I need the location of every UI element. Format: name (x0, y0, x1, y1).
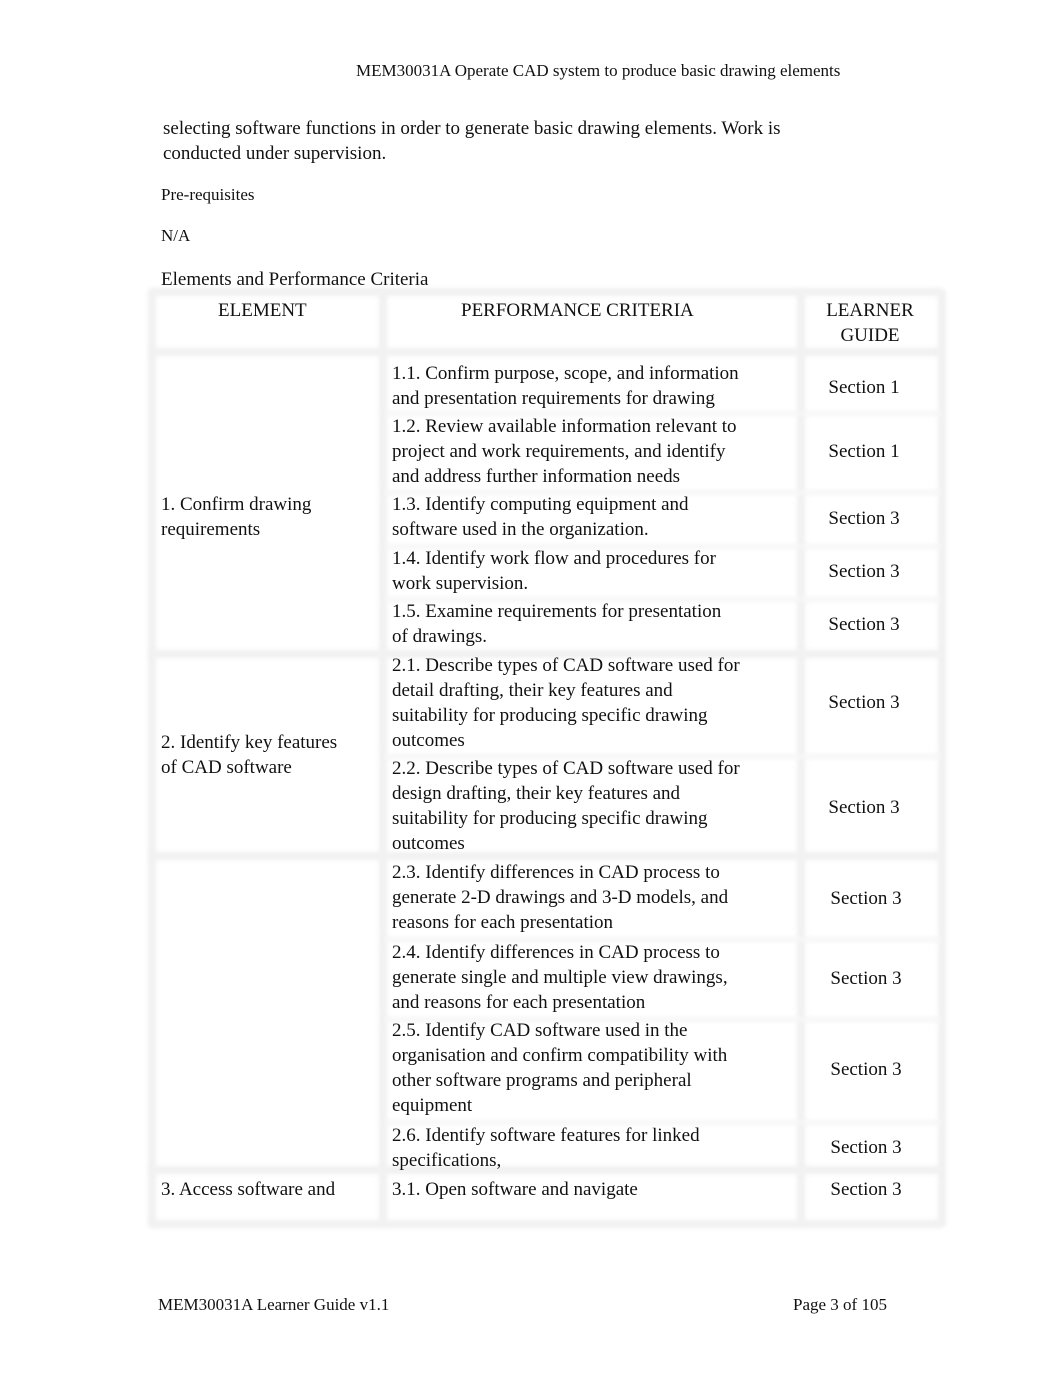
learner-guide-cell: Section 1 (828, 441, 900, 462)
learner-guide-cell: Section 3 (830, 1179, 902, 1200)
criteria-cell: 3.1. Open software and navigate (392, 1179, 638, 1200)
learner-guide-cell: Section 3 (830, 1137, 902, 1158)
prereq-value: N/A (161, 226, 191, 245)
footer-page-number: Page 3 of 105 (793, 1295, 887, 1314)
footer-guide-version: MEM30031A Learner Guide v1.1 (158, 1295, 390, 1314)
prereq-label: Pre-requisites (161, 185, 255, 204)
header-learner-guide: LEARNER GUIDE (826, 300, 914, 346)
learner-guide-cell: Section 3 (828, 561, 900, 582)
criteria-cell: 2.5. Identify CAD software used in the o… (392, 1020, 728, 1116)
criteria-cell: 1.1. Confirm purpose, scope, and informa… (392, 363, 739, 409)
header-performance-criteria: PERFORMANCE CRITERIA (461, 300, 694, 321)
criteria-cell: 2.3. Identify differences in CAD process… (392, 862, 729, 933)
criteria-cell: 1.3. Identify computing equipment and so… (392, 494, 689, 540)
header-element: ELEMENT (218, 300, 307, 321)
criteria-cell: 2.6. Identify software features for link… (392, 1125, 700, 1171)
element-3: 3. Access software and (161, 1179, 336, 1200)
learner-guide-cell: Section 3 (830, 888, 902, 909)
running-header: MEM30031A Operate CAD system to produce … (356, 61, 841, 80)
learner-guide-cell: Section 1 (828, 377, 900, 398)
element-1: 1. Confirm drawing requirements (161, 494, 312, 540)
intro-paragraph: selecting software functions in order to… (163, 118, 781, 164)
criteria-cell: 1.5. Examine requirements for presentati… (392, 601, 722, 647)
learner-guide-cell: Section 3 (828, 508, 900, 529)
learner-guide-cell: Section 3 (830, 968, 902, 989)
criteria-cell: 1.4. Identify work flow and procedures f… (392, 548, 716, 594)
learner-guide-cell: Section 3 (828, 797, 900, 818)
criteria-cell: 1.2. Review available information releva… (392, 416, 737, 487)
learner-guide-cell: Section 3 (828, 614, 900, 635)
criteria-cell: 2.1. Describe types of CAD software used… (392, 655, 740, 751)
criteria-cell: 2.4. Identify differences in CAD process… (392, 942, 728, 1013)
criteria-cell: 2.2. Describe types of CAD software used… (392, 758, 740, 854)
element-2: 2. Identify key features of CAD software (161, 732, 338, 778)
learner-guide-cell: Section 3 (828, 692, 900, 713)
learner-guide-cell: Section 3 (830, 1059, 902, 1080)
